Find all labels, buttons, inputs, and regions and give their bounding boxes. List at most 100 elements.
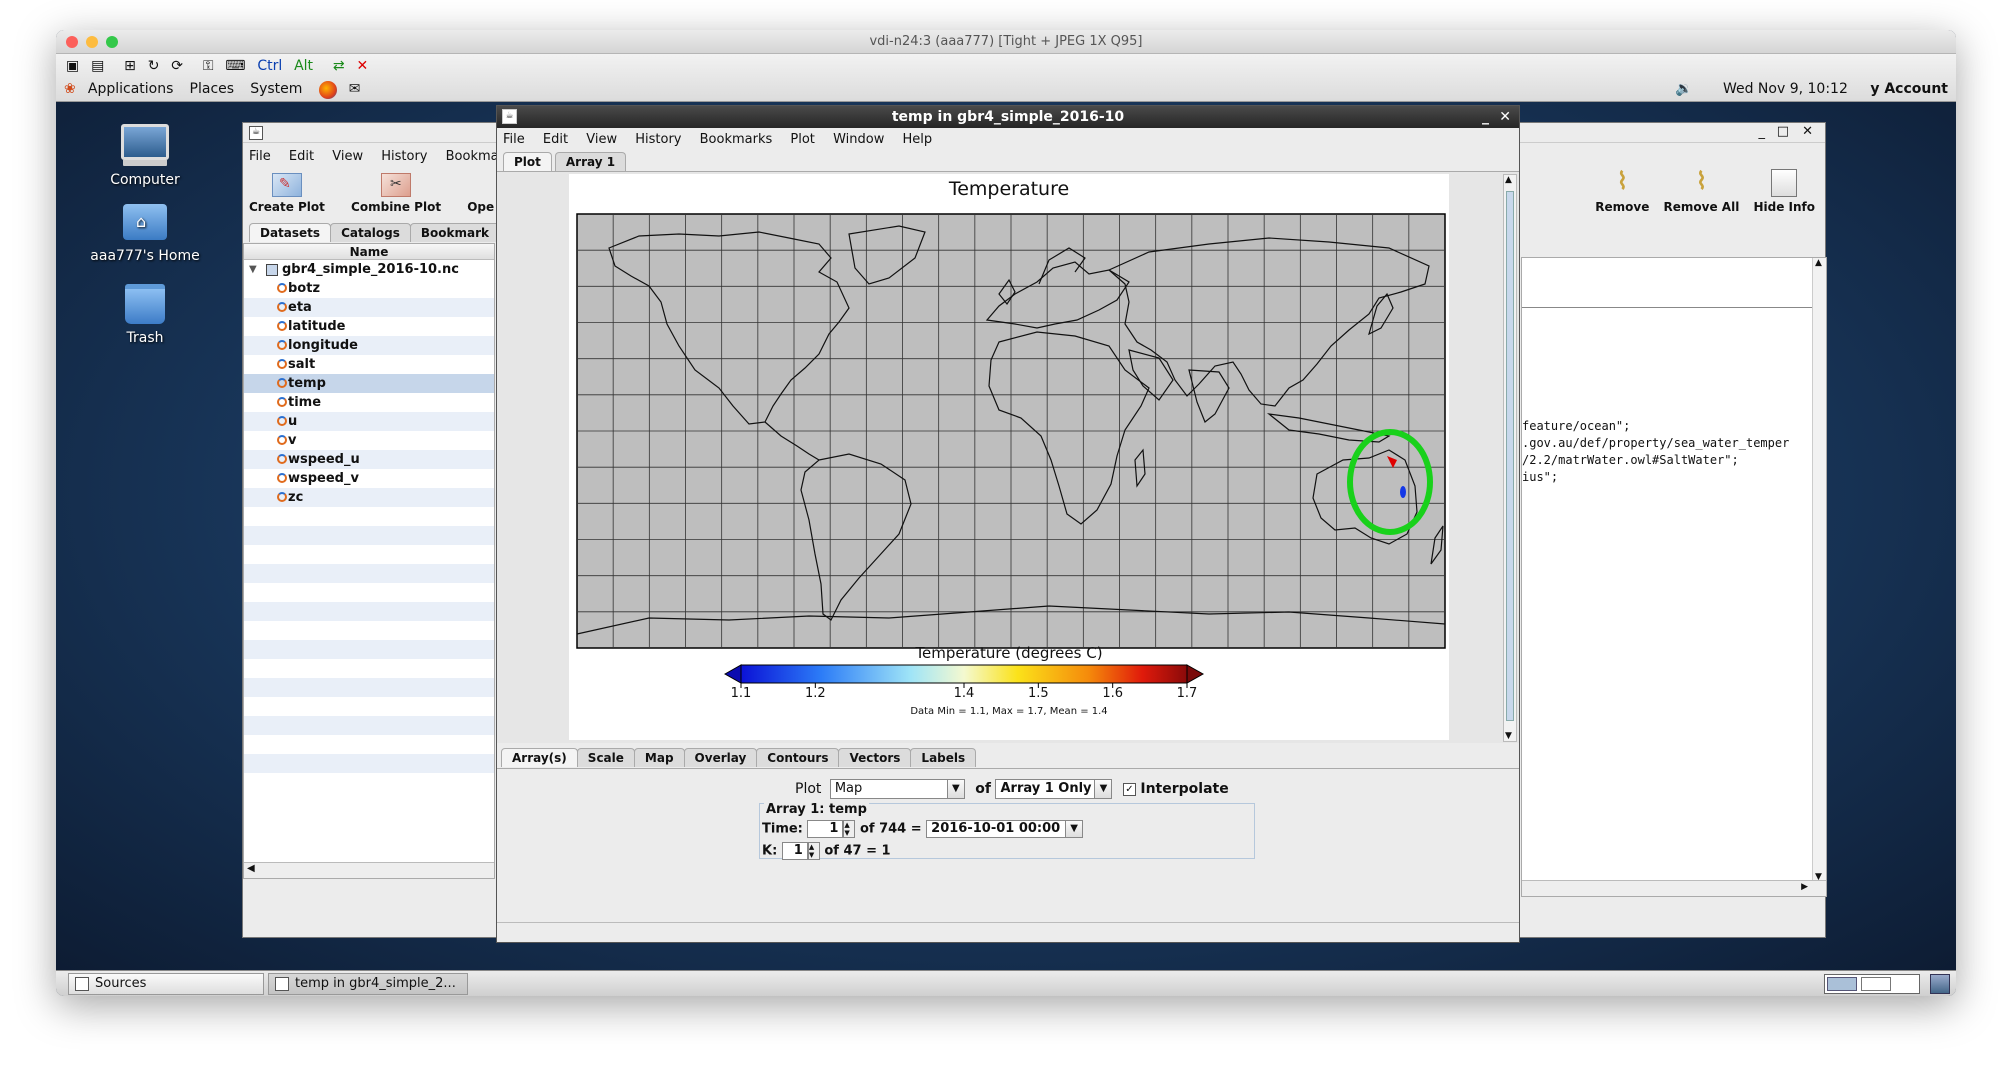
workspace-2[interactable] <box>1861 977 1891 991</box>
transfer-icon[interactable]: ⇄ <box>333 56 345 76</box>
menu-file[interactable]: File <box>249 149 271 164</box>
tree-variable-row[interactable]: v <box>244 431 494 450</box>
alt-key[interactable]: Alt <box>294 56 313 76</box>
plot-vertical-scrollbar[interactable]: ▲ ▼ <box>1503 174 1517 742</box>
remove-button[interactable]: ⌇ Remove <box>1595 167 1649 214</box>
info-horizontal-scrollbar[interactable]: ▶ <box>1522 880 1826 896</box>
tree-variable-row[interactable]: longitude <box>244 336 494 355</box>
tree-variable-row[interactable]: latitude <box>244 317 494 336</box>
workspace-1[interactable] <box>1827 977 1857 991</box>
account-menu[interactable]: y Account <box>1870 81 1948 97</box>
menu-system[interactable]: System <box>250 78 302 100</box>
menu-file[interactable]: File <box>503 132 525 147</box>
tab-scale[interactable]: Scale <box>576 748 635 767</box>
menu-applications[interactable]: Applications <box>88 78 174 100</box>
menu-view[interactable]: View <box>332 149 363 164</box>
menu-bookmarks[interactable]: Bookma <box>446 149 499 164</box>
menu-bookmarks[interactable]: Bookmarks <box>700 132 773 147</box>
tab-array-1[interactable]: Array 1 <box>554 152 627 171</box>
tree-variable-row[interactable]: eta <box>244 298 494 317</box>
tab-labels[interactable]: Labels <box>910 748 977 767</box>
array-select[interactable]: Array 1 Only <box>995 779 1096 799</box>
expand-triangle-icon[interactable]: ▼ <box>249 260 257 279</box>
desktop-icon-trash[interactable]: Trash <box>85 284 205 346</box>
menu-window[interactable]: Window <box>833 132 884 147</box>
keyboard-icon[interactable]: ⌨ <box>225 56 245 76</box>
chevron-down-icon[interactable]: ▼ <box>946 779 965 799</box>
clock[interactable]: Wed Nov 9, 10:12 <box>1723 81 1848 97</box>
spinner-arrows-icon[interactable]: ▲ ▼ <box>807 842 820 860</box>
tab-plot[interactable]: Plot <box>503 152 552 171</box>
tree-variable-row[interactable]: botz <box>244 279 494 298</box>
info-vertical-scrollbar[interactable]: ▲ ▼ <box>1812 258 1826 882</box>
close-icon[interactable]: ✕ <box>1499 106 1511 128</box>
create-plot-button[interactable]: ✎ Create Plot <box>249 173 325 214</box>
chevron-down-icon[interactable]: ▼ <box>1065 820 1084 838</box>
tree-variable-row[interactable]: wspeed_v <box>244 469 494 488</box>
k-index-spinner[interactable]: 1 <box>781 842 808 860</box>
refresh-icon[interactable]: ↻ <box>148 56 160 76</box>
tab-catalogs[interactable]: Catalogs <box>330 223 411 242</box>
document-icon[interactable]: ▤ <box>91 56 104 76</box>
close-traffic-light[interactable] <box>66 36 78 48</box>
taskbar-plot[interactable]: temp in gbr4_simple_2... <box>268 973 468 995</box>
minimize-traffic-light[interactable] <box>86 36 98 48</box>
combine-plot-button[interactable]: ✂ Combine Plot <box>351 173 441 214</box>
maximize-icon[interactable]: □ <box>1777 124 1789 139</box>
scroll-down-icon[interactable]: ▼ <box>1505 731 1512 741</box>
terminal-icon[interactable]: ▣ <box>66 56 79 76</box>
firefox-icon[interactable] <box>318 80 337 99</box>
sync-icon[interactable]: ⟳ <box>171 56 183 76</box>
tab-map[interactable]: Map <box>633 748 685 767</box>
horizontal-scrollbar[interactable]: ◀ <box>244 862 494 878</box>
tab-contours[interactable]: Contours <box>756 748 840 767</box>
keys-icon[interactable]: ⚿ <box>203 56 214 76</box>
tab-arrays[interactable]: Array(s) <box>501 748 578 767</box>
grid-icon[interactable]: ⊞ <box>124 56 136 76</box>
tree-variable-row[interactable]: zc <box>244 488 494 507</box>
menu-history[interactable]: History <box>635 132 681 147</box>
disconnect-icon[interactable]: ✕ <box>356 56 368 76</box>
close-icon[interactable]: ✕ <box>1802 124 1813 139</box>
tree-variable-row[interactable]: time <box>244 393 494 412</box>
desktop-icon-home[interactable]: ⌂ aaa777's Home <box>85 204 205 264</box>
tree-variable-row[interactable]: wspeed_u <box>244 450 494 469</box>
tree-dataset-node[interactable]: ▼ gbr4_simple_2016-10.nc <box>244 260 494 279</box>
zoom-traffic-light[interactable] <box>106 36 118 48</box>
tree-variable-row[interactable]: temp <box>244 374 494 393</box>
scroll-left-icon[interactable]: ◀ <box>247 863 255 874</box>
plot-type-select[interactable]: Map <box>829 779 948 799</box>
minimize-icon[interactable]: _ <box>1482 106 1489 128</box>
tab-bookmarks[interactable]: Bookmark <box>409 223 501 242</box>
scroll-right-icon[interactable]: ▶ <box>1801 882 1808 892</box>
time-index-spinner[interactable]: 1 <box>807 820 844 838</box>
tab-overlay[interactable]: Overlay <box>683 748 758 767</box>
tab-vectors[interactable]: Vectors <box>838 748 912 767</box>
chevron-down-icon[interactable]: ▼ <box>1094 779 1113 799</box>
tree-variable-row[interactable]: salt <box>244 355 494 374</box>
show-desktop-icon[interactable] <box>1930 974 1950 994</box>
remove-all-button[interactable]: ⌇ Remove All <box>1664 167 1740 214</box>
workspace-switcher[interactable] <box>1824 974 1920 994</box>
spinner-arrows-icon[interactable]: ▲ ▼ <box>843 820 856 838</box>
menu-edit[interactable]: Edit <box>543 132 568 147</box>
tree-variable-row[interactable]: u <box>244 412 494 431</box>
menu-help[interactable]: Help <box>902 132 932 147</box>
menu-view[interactable]: View <box>586 132 617 147</box>
interpolate-checkbox[interactable]: ✓ <box>1122 782 1136 796</box>
menu-plot[interactable]: Plot <box>790 132 815 147</box>
taskbar-sources[interactable]: Sources <box>68 973 264 995</box>
open-dataset-button[interactable]: Ope <box>467 173 494 214</box>
hide-info-button[interactable]: Hide Info <box>1753 169 1815 214</box>
menu-history[interactable]: History <box>381 149 427 164</box>
tab-datasets[interactable]: Datasets <box>249 223 332 242</box>
minimize-icon[interactable]: _ <box>1759 125 1766 140</box>
desktop-icon-computer[interactable]: Computer <box>85 124 205 188</box>
scroll-thumb[interactable] <box>1506 191 1514 721</box>
menu-edit[interactable]: Edit <box>289 149 314 164</box>
ctrl-key[interactable]: Ctrl <box>257 56 282 76</box>
mail-icon[interactable]: ✉ <box>349 78 361 100</box>
scroll-up-icon[interactable]: ▲ <box>1815 258 1822 268</box>
menu-places[interactable]: Places <box>190 78 235 100</box>
scroll-up-icon[interactable]: ▲ <box>1505 175 1512 185</box>
